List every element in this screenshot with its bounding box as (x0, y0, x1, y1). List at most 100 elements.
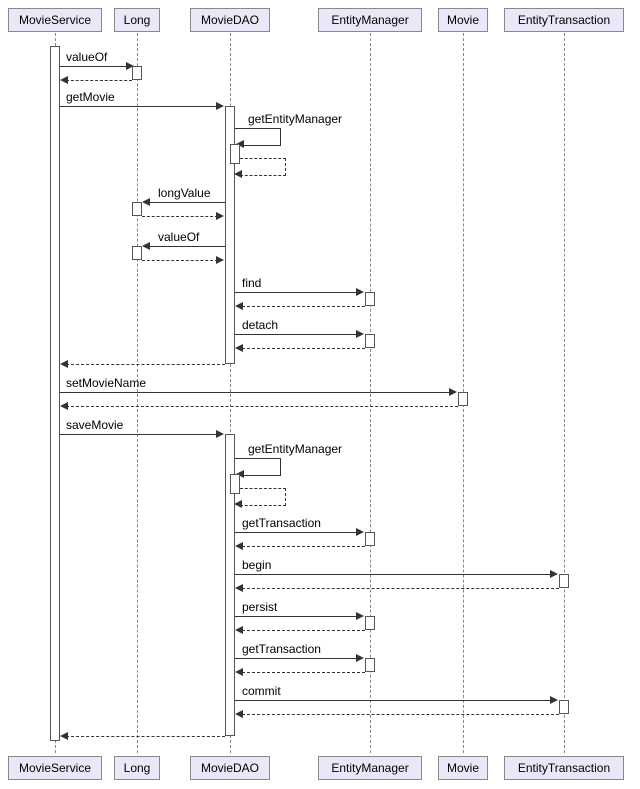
label: Movie (447, 13, 479, 27)
activation-bar (230, 144, 240, 164)
activation-bar (365, 532, 375, 546)
msg-commit: commit (242, 684, 281, 698)
activation-bar (132, 202, 142, 216)
participant-moviedao-bottom: MovieDAO (190, 756, 270, 780)
arrow (235, 616, 358, 617)
activation-bar (230, 474, 240, 494)
return-arrow (66, 80, 132, 81)
return-arrow (66, 364, 225, 365)
arrow-head (550, 570, 558, 578)
arrow (148, 246, 225, 247)
arrow (235, 532, 358, 533)
activation-bar (365, 616, 375, 630)
label: MovieService (19, 761, 91, 775)
activation-bar (365, 658, 375, 672)
return-arrow (142, 260, 218, 261)
arrow-head (234, 170, 242, 178)
arrow-head (356, 612, 364, 620)
msg-find: find (242, 276, 261, 290)
return-arrow (242, 546, 365, 547)
participant-moviedao-top: MovieDAO (190, 8, 270, 32)
arrow (60, 66, 128, 67)
arrow (235, 700, 552, 701)
return-arrow (66, 406, 458, 407)
arrow-head (356, 288, 364, 296)
arrow-head (216, 102, 224, 110)
return-arrow (142, 216, 218, 217)
activation-bar (132, 66, 142, 80)
arrow (60, 434, 218, 435)
msg-getmovie: getMovie (66, 90, 115, 104)
label: MovieDAO (201, 13, 259, 27)
msg-valueof: valueOf (66, 50, 107, 64)
participant-long-bottom: Long (114, 756, 160, 780)
activation-bar (50, 46, 60, 741)
msg-getentitymanager: getEntityManager (248, 112, 342, 126)
participant-entitymanager-top: EntityManager (318, 8, 422, 32)
return-arrow (242, 630, 365, 631)
activation-bar (458, 392, 468, 406)
activation-bar (365, 292, 375, 306)
label: EntityTransaction (518, 761, 610, 775)
return-arrow (242, 588, 559, 589)
activation-bar (365, 334, 375, 348)
msg-valueof2: valueOf (158, 230, 199, 244)
label: MovieDAO (201, 761, 259, 775)
arrow (235, 574, 552, 575)
label: MovieService (19, 13, 91, 27)
arrow-head (216, 256, 224, 264)
arrow (148, 202, 225, 203)
activation-bar (132, 246, 142, 260)
participant-entitytransaction-bottom: EntityTransaction (504, 756, 624, 780)
self-return (240, 158, 286, 176)
lifeline (137, 33, 138, 753)
lifeline (564, 33, 565, 753)
arrow-head (60, 360, 68, 368)
msg-longvalue: longValue (158, 186, 211, 200)
arrow (235, 292, 358, 293)
arrow-head (235, 542, 243, 550)
arrow-head (356, 654, 364, 662)
arrow-head (60, 402, 68, 410)
arrow-head (356, 330, 364, 338)
label: Movie (447, 761, 479, 775)
msg-getentitymanager2: getEntityManager (248, 442, 342, 456)
participant-movieservice-bottom: MovieService (8, 756, 102, 780)
label: Long (124, 13, 151, 27)
arrow-head (449, 388, 457, 396)
participant-entitytransaction-top: EntityTransaction (504, 8, 624, 32)
arrow-head (356, 528, 364, 536)
arrow-head (60, 76, 68, 84)
sequence-diagram: MovieService Long MovieDAO EntityManager… (8, 8, 632, 781)
msg-setmoviename: setMovieName (66, 376, 146, 390)
arrow-head (142, 242, 150, 250)
participant-movie-bottom: Movie (438, 756, 488, 780)
arrow-head (142, 198, 150, 206)
arrow-head (60, 732, 68, 740)
msg-begin: begin (242, 558, 271, 572)
label: EntityTransaction (518, 13, 610, 27)
label: Long (124, 761, 151, 775)
lifeline (370, 33, 371, 753)
msg-persist: persist (242, 600, 277, 614)
arrow-head (235, 710, 243, 718)
return-arrow (242, 348, 365, 349)
activation-bar (559, 574, 569, 588)
arrow-head (235, 344, 243, 352)
label: EntityManager (331, 761, 408, 775)
return-arrow (242, 306, 365, 307)
msg-gettransaction2: getTransaction (242, 642, 321, 656)
activation-bar (559, 700, 569, 714)
arrow-head (235, 302, 243, 310)
arrow-head (235, 626, 243, 634)
arrow-head (216, 430, 224, 438)
arrow (235, 334, 358, 335)
return-arrow (242, 714, 559, 715)
msg-savemovie: saveMovie (66, 418, 123, 432)
arrow (235, 658, 358, 659)
participant-movieservice-top: MovieService (8, 8, 102, 32)
arrow-head (234, 500, 242, 508)
label: EntityManager (331, 13, 408, 27)
self-return (240, 488, 286, 506)
arrow-head (235, 668, 243, 676)
